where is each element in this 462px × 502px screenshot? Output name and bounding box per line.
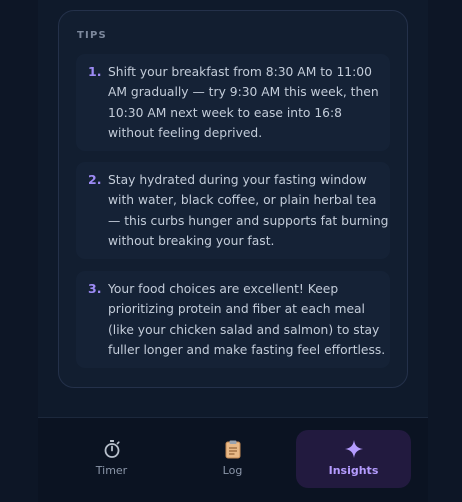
tip-item-2: 2. Stay hydrated during your fasting win… (76, 162, 390, 259)
tips-heading: TIPS (77, 30, 107, 41)
nav-tab-insights[interactable]: Insights (296, 430, 411, 488)
stopwatch-icon (102, 438, 122, 460)
tip-item-1: 1. Shift your breakfast from 8:30 AM to … (76, 54, 390, 151)
nav-tab-label: Log (222, 464, 243, 477)
tip-text: Your food choices are excellent! Keep pr… (108, 282, 386, 357)
nav-tab-label: Insights (328, 464, 379, 477)
bottom-nav: Timer Log Insights (38, 417, 428, 502)
tip-item-3: 3. Your food choices are excellent! Keep… (76, 271, 390, 368)
clipboard-icon (223, 438, 243, 460)
nav-tab-log[interactable]: Log (175, 430, 290, 488)
tip-number: 1. (88, 64, 102, 79)
nav-tab-label: Timer (95, 464, 128, 477)
tips-card: TIPS 1. Shift your breakfast from 8:30 A… (58, 10, 408, 388)
sparkle-icon (344, 438, 364, 460)
tip-text: Stay hydrated during your fasting window… (108, 173, 389, 248)
nav-tab-timer[interactable]: Timer (54, 430, 169, 488)
tip-number: 2. (88, 172, 102, 187)
tip-number: 3. (88, 281, 102, 296)
tip-text: Shift your breakfast from 8:30 AM to 11:… (108, 65, 379, 140)
app-screen: TIPS 1. Shift your breakfast from 8:30 A… (38, 0, 428, 502)
